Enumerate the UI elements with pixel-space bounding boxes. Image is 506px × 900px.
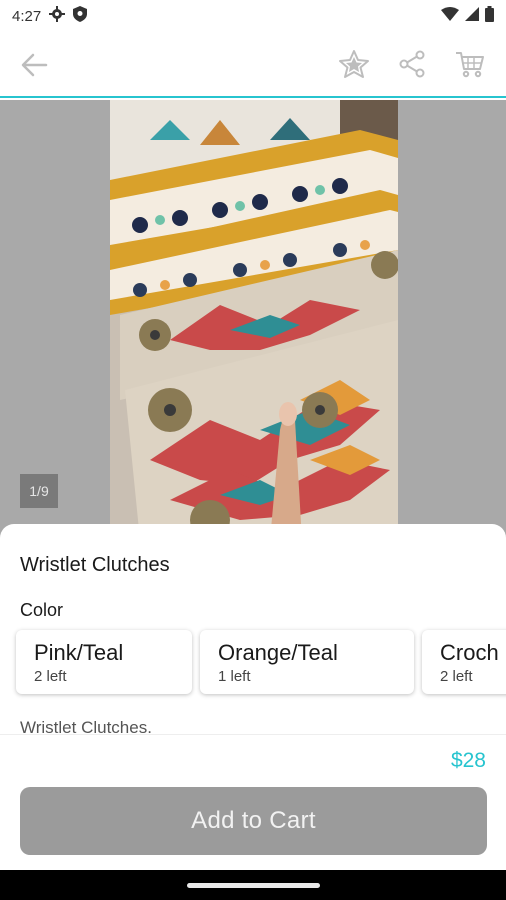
shield-icon — [73, 6, 88, 26]
product-photo — [110, 100, 398, 540]
option-name: Pink/Teal — [34, 639, 124, 665]
star-icon[interactable] — [334, 46, 374, 82]
product-description: Wristlet Clutches. — [20, 718, 152, 734]
product-title: Wristlet Clutches — [20, 554, 170, 576]
home-gesture-handle[interactable] — [187, 883, 320, 888]
product-details-sheet: Wristlet Clutches Color Pink/Teal 2 left… — [0, 524, 506, 734]
app-bar — [0, 32, 506, 98]
color-options: Pink/Teal 2 left Orange/Teal 1 left Croc… — [16, 630, 506, 694]
image-page-counter: 1/9 — [20, 474, 58, 508]
system-nav-bar — [0, 870, 506, 900]
color-option-pink-teal[interactable]: Pink/Teal 2 left — [16, 630, 192, 694]
color-option-orange-teal[interactable]: Orange/Teal 1 left — [200, 630, 414, 694]
purchase-footer: $28 Add to Cart — [0, 734, 506, 870]
back-arrow-icon[interactable] — [14, 48, 54, 82]
battery-icon — [485, 6, 494, 26]
color-label: Color — [20, 600, 64, 620]
status-time: 4:27 — [12, 7, 42, 25]
product-image-gallery[interactable]: 1/9 — [0, 100, 506, 540]
option-stock: 1 left — [218, 667, 251, 685]
product-price: $28 — [450, 749, 486, 772]
option-name: Orange/Teal — [218, 639, 338, 665]
cart-icon[interactable] — [450, 46, 490, 82]
option-stock: 2 left — [34, 667, 67, 685]
option-stock: 2 left — [440, 667, 473, 685]
color-option-crochet[interactable]: Croch 2 left — [422, 630, 506, 694]
status-bar: 4:27 — [0, 0, 506, 32]
wifi-icon — [441, 7, 459, 25]
add-to-cart-button[interactable]: Add to Cart — [20, 787, 487, 855]
option-name: Croch — [440, 639, 499, 665]
share-icon[interactable] — [392, 46, 432, 82]
signal-icon — [465, 7, 479, 25]
gear-icon — [49, 6, 66, 26]
